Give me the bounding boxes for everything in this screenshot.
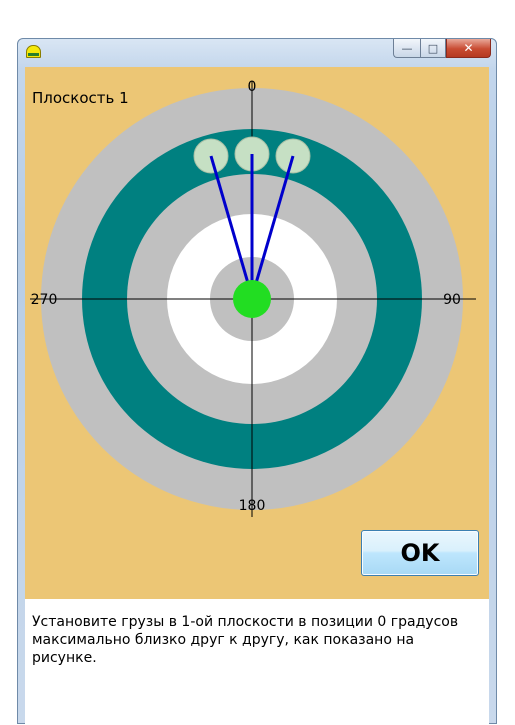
center-dot <box>233 280 271 318</box>
instruction-text: Установите грузы в 1-ой плоскости в пози… <box>32 614 459 666</box>
app-icon <box>26 45 41 58</box>
title-bar[interactable]: — □ ✕ <box>18 39 496 67</box>
maximize-button[interactable]: □ <box>420 39 446 58</box>
balancing-panel: 0 90 180 270 Плоскость 1 OK <box>25 67 489 599</box>
dialog-window: — □ ✕ 0 90 180 270 Плоскость 1 OK Устано… <box>17 38 497 725</box>
angle-label-0: 0 <box>248 79 257 95</box>
plane-label: Плоскость 1 <box>32 89 129 107</box>
ok-button[interactable]: OK <box>361 530 479 576</box>
client-area: 0 90 180 270 Плоскость 1 OK Установите г… <box>25 67 489 725</box>
angle-label-90: 90 <box>443 292 461 308</box>
angle-label-270: 270 <box>31 292 58 308</box>
close-button[interactable]: ✕ <box>446 39 491 58</box>
angle-label-180: 180 <box>239 498 266 514</box>
minimize-button[interactable]: — <box>393 39 420 58</box>
caption-buttons: — □ ✕ <box>393 39 491 59</box>
balancing-target-diagram: 0 90 180 270 <box>30 79 476 517</box>
